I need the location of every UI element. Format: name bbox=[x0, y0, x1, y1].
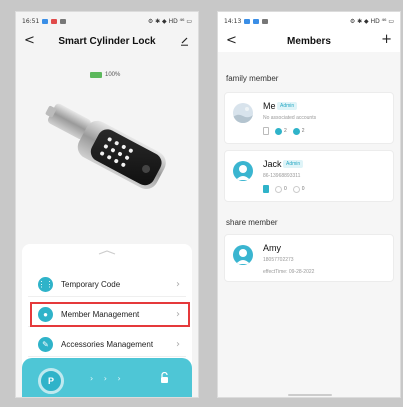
member-access-icons: 2 2 bbox=[263, 127, 305, 135]
battery-indicator: 100% bbox=[90, 72, 120, 78]
status-indicators: ⚙ ✱ ◆ HD ⁴⁶ ▭ bbox=[147, 17, 192, 25]
member-name: Me bbox=[263, 101, 276, 111]
unlock-handle[interactable]: P bbox=[38, 368, 64, 394]
effect-time: effectTime: 09-28-2022 bbox=[263, 269, 315, 275]
password-icon bbox=[292, 185, 300, 193]
member-access-icons: 0 0 bbox=[263, 185, 305, 193]
share-member-heading: share member bbox=[226, 218, 278, 227]
member-phone: 86-13968893311 bbox=[263, 173, 301, 179]
fingerprint-count: 0 bbox=[284, 186, 287, 192]
menu-item-member-management[interactable]: ● Member Management › bbox=[28, 302, 190, 327]
menu-item-label: Temporary Code bbox=[61, 279, 121, 289]
slide-hint: › › › bbox=[90, 374, 125, 383]
member-card-me[interactable]: Me Admin No associated accounts 2 2 bbox=[224, 92, 394, 144]
menu-item-label: Accessories Management bbox=[61, 339, 154, 349]
highlight-box bbox=[30, 302, 190, 327]
page-title: Members bbox=[287, 35, 331, 47]
lock-detail-screen: 16:51 ⚙ ✱ ◆ HD ⁴⁶ ▭ < Smart Cylinder Loc… bbox=[15, 11, 199, 398]
back-button[interactable]: < bbox=[226, 33, 237, 48]
fingerprint-icon bbox=[275, 185, 282, 193]
avatar bbox=[233, 245, 253, 265]
notification-icon bbox=[253, 18, 260, 24]
password-icon bbox=[292, 127, 300, 135]
phone-icon bbox=[263, 185, 269, 193]
notification-icon bbox=[244, 18, 251, 24]
edit-icon[interactable] bbox=[180, 36, 189, 46]
battery-icon bbox=[90, 72, 102, 78]
avatar bbox=[233, 161, 253, 181]
chevron-right-icon: › bbox=[176, 338, 180, 350]
notification-icon bbox=[60, 18, 67, 24]
member-name: Amy bbox=[263, 243, 281, 253]
notification-icon bbox=[42, 18, 49, 24]
members-screen: 14:13 ⚙ ✱ ◆ HD ⁴⁶ ▭ < Members + family m… bbox=[217, 11, 401, 398]
member-subtitle: No associated accounts bbox=[263, 115, 317, 121]
back-button[interactable]: < bbox=[24, 33, 35, 48]
fingerprint-icon bbox=[275, 127, 282, 135]
family-member-heading: family member bbox=[226, 74, 279, 83]
password-count: 0 bbox=[301, 186, 305, 192]
page-title: Smart Cylinder Lock bbox=[58, 35, 156, 47]
lock-image bbox=[45, 103, 166, 190]
battery-level: 100% bbox=[105, 72, 121, 78]
status-time: 16:51 bbox=[22, 17, 40, 25]
status-bar: 16:51 ⚙ ✱ ◆ HD ⁴⁶ ▭ bbox=[16, 12, 198, 30]
password-count: 2 bbox=[301, 128, 305, 134]
nav-bar: < Smart Cylinder Lock bbox=[16, 30, 198, 52]
add-member-button[interactable]: + bbox=[381, 32, 392, 47]
notification-icon bbox=[262, 18, 269, 24]
admin-badge: Admin bbox=[283, 160, 304, 168]
member-name: Jack bbox=[263, 159, 282, 169]
status-time: 14:13 bbox=[224, 17, 242, 25]
status-indicators: ⚙ ✱ ◆ HD ⁴⁶ ▭ bbox=[349, 17, 394, 25]
fingerprint-count: 2 bbox=[284, 128, 287, 134]
menu-item-accessories-management[interactable]: ✎ Accessories Management › bbox=[28, 332, 186, 357]
wrench-icon: ✎ bbox=[38, 336, 53, 352]
grid-icon: ⋮⋮ bbox=[38, 276, 54, 292]
notification-icon bbox=[51, 18, 58, 24]
key-icon: P bbox=[47, 376, 54, 386]
sheet-handle[interactable] bbox=[98, 250, 116, 255]
phone-icon bbox=[263, 127, 269, 135]
member-card-amy[interactable]: Amy 18057702273 effectTime: 09-28-2022 bbox=[224, 234, 394, 282]
member-phone: 18057702273 bbox=[263, 257, 294, 263]
home-indicator bbox=[288, 394, 332, 396]
chevron-right-icon: › bbox=[176, 278, 180, 290]
member-card-jack[interactable]: Jack Admin 86-13968893311 0 0 bbox=[224, 150, 394, 202]
nav-bar: < Members + bbox=[218, 30, 400, 52]
menu-item-temporary-code[interactable]: ⋮⋮ Temporary Code › bbox=[28, 272, 186, 297]
unlock-slider[interactable]: P › › › bbox=[22, 358, 192, 397]
avatar bbox=[233, 103, 253, 123]
status-bar: 14:13 ⚙ ✱ ◆ HD ⁴⁶ ▭ bbox=[218, 12, 400, 30]
admin-badge: Admin bbox=[277, 102, 298, 110]
unlock-icon bbox=[161, 372, 168, 383]
